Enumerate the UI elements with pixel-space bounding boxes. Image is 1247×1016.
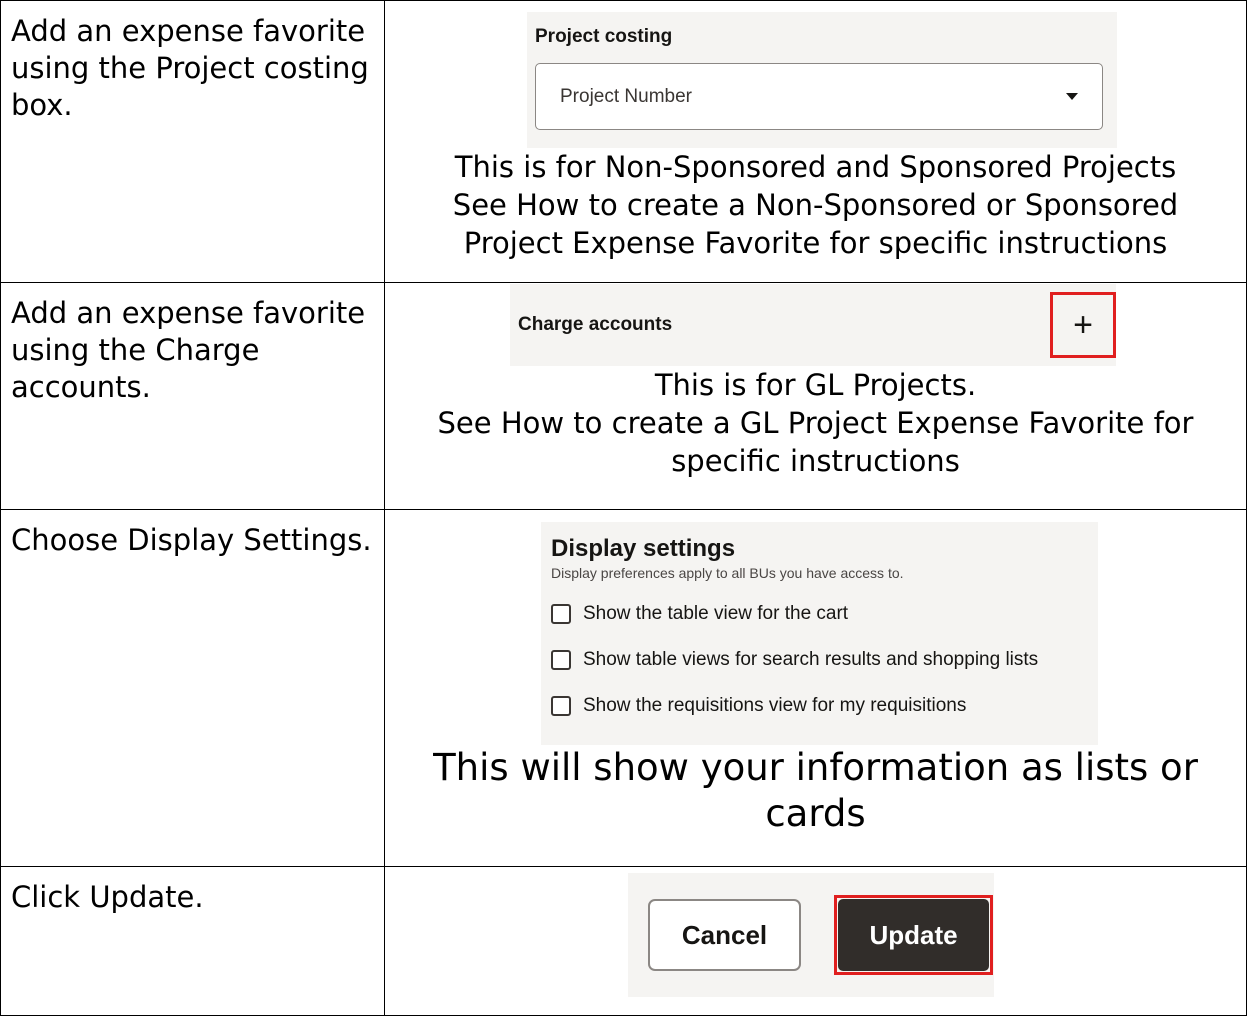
instruction-text: Click Update. bbox=[11, 880, 204, 914]
caption: This will show your information as lists… bbox=[385, 745, 1246, 837]
table-view-search-option[interactable]: Show table views for search results and … bbox=[551, 637, 1088, 683]
instruction-text: Choose Display Settings. bbox=[11, 523, 372, 557]
checkbox[interactable] bbox=[551, 604, 571, 624]
charge-accounts-label: Charge accounts bbox=[518, 314, 673, 335]
cancel-button[interactable]: Cancel bbox=[648, 899, 801, 971]
instruction-cell: Add an expense favorite using the Projec… bbox=[0, 0, 385, 283]
illustration-cell: Charge accounts + This is for GL Project… bbox=[384, 282, 1247, 510]
buttons-screenshot: Cancel Update bbox=[628, 873, 994, 997]
instruction-table: Add an expense favorite using the Projec… bbox=[0, 0, 1247, 1016]
option-label: Show table views for search results and … bbox=[583, 649, 1039, 670]
caption-line: This will show your information as lists… bbox=[433, 746, 1198, 789]
display-settings-title: Display settings bbox=[551, 535, 736, 562]
update-button-highlight: Update bbox=[834, 895, 993, 975]
plus-icon: + bbox=[1073, 306, 1093, 344]
update-button[interactable]: Update bbox=[838, 899, 989, 971]
instruction-cell: Choose Display Settings. bbox=[0, 509, 385, 867]
requisitions-view-option[interactable]: Show the requisitions view for my requis… bbox=[551, 683, 1088, 729]
project-costing-label: Project costing bbox=[535, 26, 673, 47]
caption-line: specific instructions bbox=[671, 444, 960, 478]
checkbox[interactable] bbox=[551, 650, 571, 670]
caption-line: See How to create a Non-Sponsored or Spo… bbox=[452, 188, 1179, 222]
table-row: Add an expense favorite using the Charge… bbox=[0, 282, 1247, 510]
project-number-select[interactable]: Project Number bbox=[535, 63, 1103, 130]
charge-accounts-screenshot: Charge accounts + bbox=[510, 284, 1116, 366]
chevron-down-icon bbox=[1066, 93, 1078, 100]
illustration-cell: Project costing Project Number This is f… bbox=[384, 0, 1247, 283]
add-charge-account-button[interactable]: + bbox=[1050, 292, 1116, 358]
project-costing-screenshot: Project costing Project Number bbox=[527, 12, 1117, 148]
option-label: Show the requisitions view for my requis… bbox=[583, 695, 967, 716]
table-view-cart-option[interactable]: Show the table view for the cart bbox=[551, 591, 1088, 637]
table-row: Add an expense favorite using the Projec… bbox=[0, 0, 1247, 283]
option-label: Show the table view for the cart bbox=[583, 603, 849, 624]
caption: This is for GL Projects. See How to crea… bbox=[385, 366, 1246, 480]
table-row: Click Update. Cancel Update bbox=[0, 866, 1247, 1016]
caption-line: See How to create a GL Project Expense F… bbox=[437, 406, 1194, 440]
caption-line: This is for Non-Sponsored and Sponsored … bbox=[454, 150, 1177, 184]
caption-line: cards bbox=[765, 792, 866, 835]
checkbox[interactable] bbox=[551, 696, 571, 716]
table-row: Choose Display Settings. Display setting… bbox=[0, 509, 1247, 867]
instruction-text: Add an expense favorite using the Projec… bbox=[11, 14, 369, 122]
instruction-cell: Add an expense favorite using the Charge… bbox=[0, 282, 385, 510]
display-settings-screenshot: Display settings Display preferences app… bbox=[541, 522, 1098, 745]
illustration-cell: Cancel Update bbox=[384, 866, 1247, 1016]
caption-line: Project Expense Favorite for specific in… bbox=[463, 226, 1168, 260]
caption: This is for Non-Sponsored and Sponsored … bbox=[385, 148, 1246, 262]
project-number-select-value: Project Number bbox=[560, 85, 692, 107]
caption-line: This is for GL Projects. bbox=[654, 368, 977, 402]
display-settings-subtitle: Display preferences apply to all BUs you… bbox=[551, 565, 904, 581]
illustration-cell: Display settings Display preferences app… bbox=[384, 509, 1247, 867]
instruction-cell: Click Update. bbox=[0, 866, 385, 1016]
instruction-text: Add an expense favorite using the Charge… bbox=[11, 296, 366, 404]
